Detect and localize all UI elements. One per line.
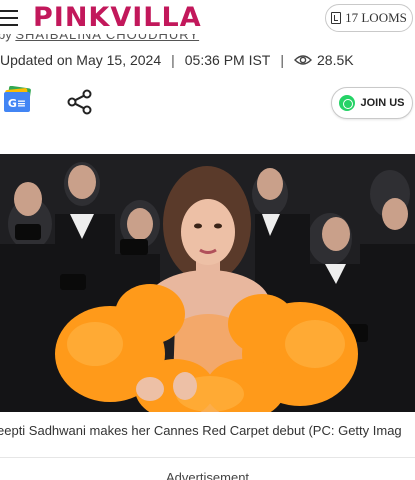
join-label: JOIN US xyxy=(360,97,405,109)
whatsapp-icon xyxy=(339,95,356,111)
author-link[interactable]: SHAIBALINA CHOUDHURY xyxy=(15,34,199,42)
share-icon[interactable] xyxy=(66,88,94,116)
byline-prefix: by xyxy=(0,34,12,42)
byline: by SHAIBALINA CHOUDHURY xyxy=(0,34,415,46)
eye-icon xyxy=(294,55,312,65)
view-count: 28.5K xyxy=(317,52,354,68)
caption-text: eepti Sadhwani makes her Cannes Red Carp… xyxy=(0,423,402,438)
svg-text:G≡: G≡ xyxy=(8,97,26,110)
updated-date: Updated on May 15, 2024 xyxy=(0,52,162,68)
site-logo[interactable]: PINKVILLA xyxy=(33,3,202,33)
article-meta: Updated on May 15, 2024 | 05:36 PM IST |… xyxy=(0,51,354,69)
divider xyxy=(0,457,415,458)
advertisement-label: Advertisement xyxy=(165,470,250,480)
google-news-icon[interactable]: G≡ xyxy=(2,86,34,114)
meta-separator: | xyxy=(280,52,284,68)
hamburger-menu-icon[interactable] xyxy=(0,10,18,26)
whatsapp-join-button[interactable]: JOIN US xyxy=(331,87,413,119)
looms-label: 17 LOOMS xyxy=(345,10,407,25)
looms-icon xyxy=(331,12,342,24)
updated-time: 05:36 PM IST xyxy=(184,52,271,68)
image-caption: eepti Sadhwani makes her Cannes Red Carp… xyxy=(0,418,415,444)
hero-illustration xyxy=(0,154,415,412)
hero-image[interactable] xyxy=(0,154,415,412)
action-row: G≡ JOIN US xyxy=(0,84,415,120)
top-bar: PINKVILLA 17 LOOMS xyxy=(0,0,415,36)
looms-button[interactable]: 17 LOOMS xyxy=(325,4,413,32)
meta-separator: | xyxy=(171,52,175,68)
